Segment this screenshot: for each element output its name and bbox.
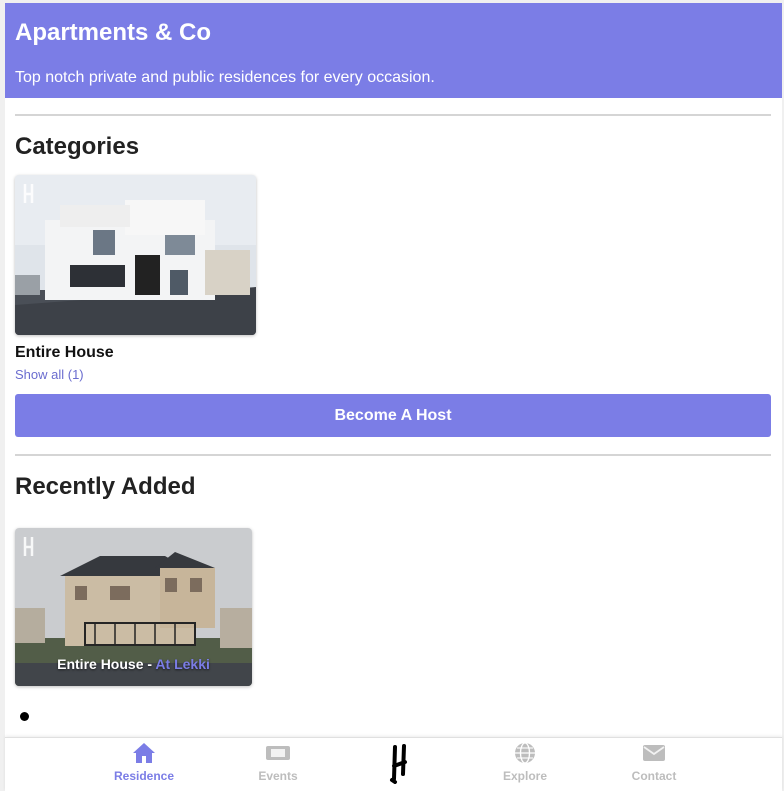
divider (15, 454, 771, 456)
carousel-dot[interactable] (20, 712, 29, 721)
bottom-navigation: Residence Events Explore Contact (5, 737, 782, 791)
listing-card[interactable]: Entire House - At Lekki (15, 528, 252, 686)
categories-heading: Categories (15, 133, 140, 160)
category-card-entire-house[interactable] (15, 175, 256, 335)
home-icon (133, 743, 155, 763)
nav-item-events[interactable]: Events (223, 742, 333, 783)
nav-item-residence[interactable]: Residence (89, 742, 199, 783)
brand-watermark-icon (23, 537, 34, 556)
brand-logo-icon (390, 744, 407, 784)
nav-item-explore[interactable]: Explore (470, 742, 580, 783)
divider (15, 114, 771, 116)
site-title: Apartments & Co (15, 19, 212, 46)
become-host-button[interactable]: Become A Host (15, 394, 771, 437)
ticket-icon (266, 746, 290, 760)
listing-caption: Entire House - At Lekki (15, 656, 252, 672)
listing-title: Entire House (57, 656, 144, 672)
nav-label: Explore (502, 769, 547, 783)
page-header: Apartments & Co Top notch private and pu… (5, 3, 782, 98)
nav-label: Contact (631, 769, 677, 783)
recently-added-heading: Recently Added (15, 473, 196, 500)
category-label: Entire House (15, 344, 114, 361)
brand-watermark-icon (23, 184, 34, 203)
house-photo (15, 175, 256, 335)
envelope-icon (643, 745, 665, 761)
show-all-link[interactable]: Show all (1) (15, 367, 84, 382)
globe-icon (515, 742, 535, 764)
nav-item-home-logo[interactable] (345, 744, 455, 784)
nav-item-contact[interactable]: Contact (599, 742, 709, 783)
nav-label: Events (258, 769, 298, 783)
listing-separator: - (143, 656, 156, 672)
nav-label: Residence (113, 769, 175, 783)
listing-location: At Lekki (155, 656, 210, 672)
site-tagline: Top notch private and public residences … (15, 69, 435, 86)
